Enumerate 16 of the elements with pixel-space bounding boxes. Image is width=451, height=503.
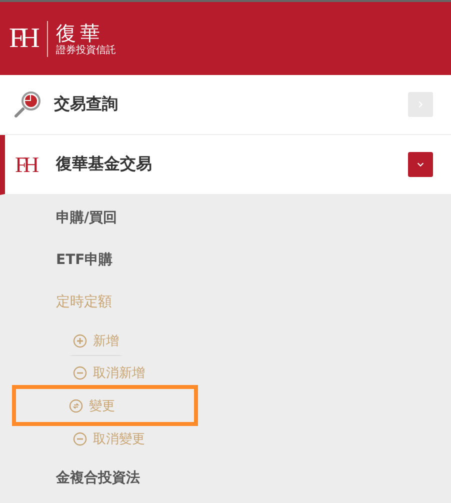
logo-mark: FH [9,22,36,54]
swap-circle-icon [69,398,83,412]
submenu-item[interactable]: ETF申購 [56,245,113,287]
minus-circle-icon [73,432,87,446]
toggle-button[interactable] [408,152,433,177]
minus-circle-icon [73,366,87,380]
chevron-down-icon [416,160,425,169]
brand-name: 復華 [56,20,105,44]
magnifier-chart-icon [13,90,43,118]
brand-subtitle: 證券投資信託 [56,44,116,56]
submenu-item[interactable]: 金複合投資法 [56,463,140,503]
submenu-item[interactable]: 申購/買回 [56,203,118,245]
menu-item[interactable]: FH 復華基金交易 [0,135,451,195]
monogram-icon: FH [15,152,43,178]
menu-item[interactable]: 交易查詢 [0,75,451,135]
plus-circle-icon [73,334,87,348]
